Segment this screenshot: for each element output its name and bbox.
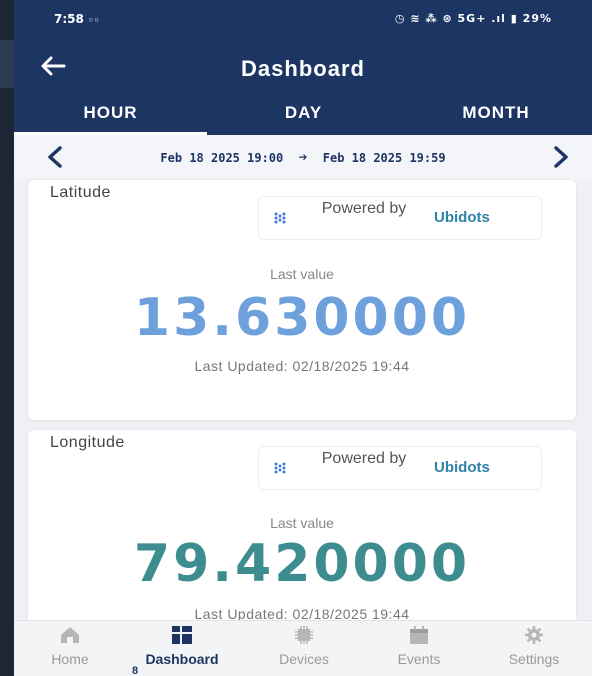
- home-icon: [30, 625, 110, 651]
- range-start: Feb 18 2025 19:00: [160, 151, 284, 165]
- card-title: Longitude: [50, 434, 125, 451]
- powered-by-text: Powered by: [321, 200, 407, 217]
- date-range-bar: Feb 18 2025 19:00 ➔ Feb 18 2025 19:59: [14, 135, 592, 179]
- calendar-icon: [374, 625, 464, 651]
- last-value-label: Last value: [270, 515, 334, 531]
- status-time: 7:58 ◦◦: [54, 12, 100, 26]
- nav-dashboard[interactable]: Dashboard 8: [122, 625, 242, 676]
- status-bar: 7:58 ◦◦ ◷ ≋ ⁂ ⊛ 5G+ .ıl ▮ 29%: [14, 0, 592, 40]
- powered-by-badge[interactable]: Powered by Ubidots: [258, 446, 542, 490]
- top-bar: 7:58 ◦◦ ◷ ≋ ⁂ ⊛ 5G+ .ıl ▮ 29% Dashboard …: [14, 0, 592, 135]
- ubidots-icon: [273, 211, 287, 225]
- powered-by-badge[interactable]: Powered by Ubidots: [258, 196, 542, 240]
- status-icons: ◷ ≋ ⁂ ⊛ 5G+ .ıl ▮ 29%: [394, 12, 552, 25]
- latitude-value: 13.630000: [133, 288, 471, 348]
- last-value-label: Last value: [270, 266, 334, 282]
- app-bar: Dashboard: [14, 44, 592, 96]
- powered-by-text: Powered by: [321, 450, 407, 467]
- arrow-right-icon: ➔: [298, 148, 308, 166]
- range-end: Feb 18 2025 19:59: [322, 151, 446, 165]
- brand-name: Ubidots: [434, 459, 490, 476]
- period-tabs: HOUR DAY MONTH: [14, 96, 592, 135]
- page-title: Dashboard: [241, 56, 365, 81]
- nav-label: Dashboard: [145, 651, 219, 667]
- date-range-text: Feb 18 2025 19:00 ➔ Feb 18 2025 19:59: [14, 148, 592, 166]
- nav-label: Home: [51, 651, 89, 667]
- nav-devices[interactable]: Devices: [254, 625, 354, 676]
- card-title: Latitude: [50, 184, 111, 201]
- ubidots-icon: [273, 461, 287, 475]
- bottom-navigation: Home Dashboard 8 Devices Events Settings: [14, 620, 592, 676]
- next-range-icon[interactable]: [552, 139, 570, 177]
- tab-month[interactable]: MONTH: [400, 96, 592, 135]
- nav-label: Settings: [508, 651, 560, 667]
- nav-events[interactable]: Events: [374, 625, 464, 676]
- nav-label: Devices: [279, 651, 329, 667]
- tab-hour[interactable]: HOUR: [14, 96, 207, 135]
- latitude-card: Latitude Powered by Ubidots Last value 1…: [28, 180, 576, 420]
- chip-icon: [254, 625, 354, 651]
- phone-screen: 7:58 ◦◦ ◷ ≋ ⁂ ⊛ 5G+ .ıl ▮ 29% Dashboard …: [14, 0, 592, 676]
- last-updated-text: Last Updated: 02/18/2025 19:44: [194, 358, 410, 374]
- tab-day[interactable]: DAY: [207, 96, 400, 135]
- nav-settings[interactable]: Settings: [484, 625, 584, 676]
- nav-label: Events: [397, 651, 441, 667]
- longitude-card: Longitude Powered by Ubidots Last value …: [28, 430, 576, 640]
- nav-badge: 8: [132, 665, 139, 676]
- dashboard-icon: [122, 625, 242, 651]
- brand-name: Ubidots: [434, 209, 490, 226]
- nav-home[interactable]: Home: [30, 625, 110, 676]
- gear-icon: [484, 625, 584, 651]
- longitude-value: 79.420000: [133, 534, 471, 594]
